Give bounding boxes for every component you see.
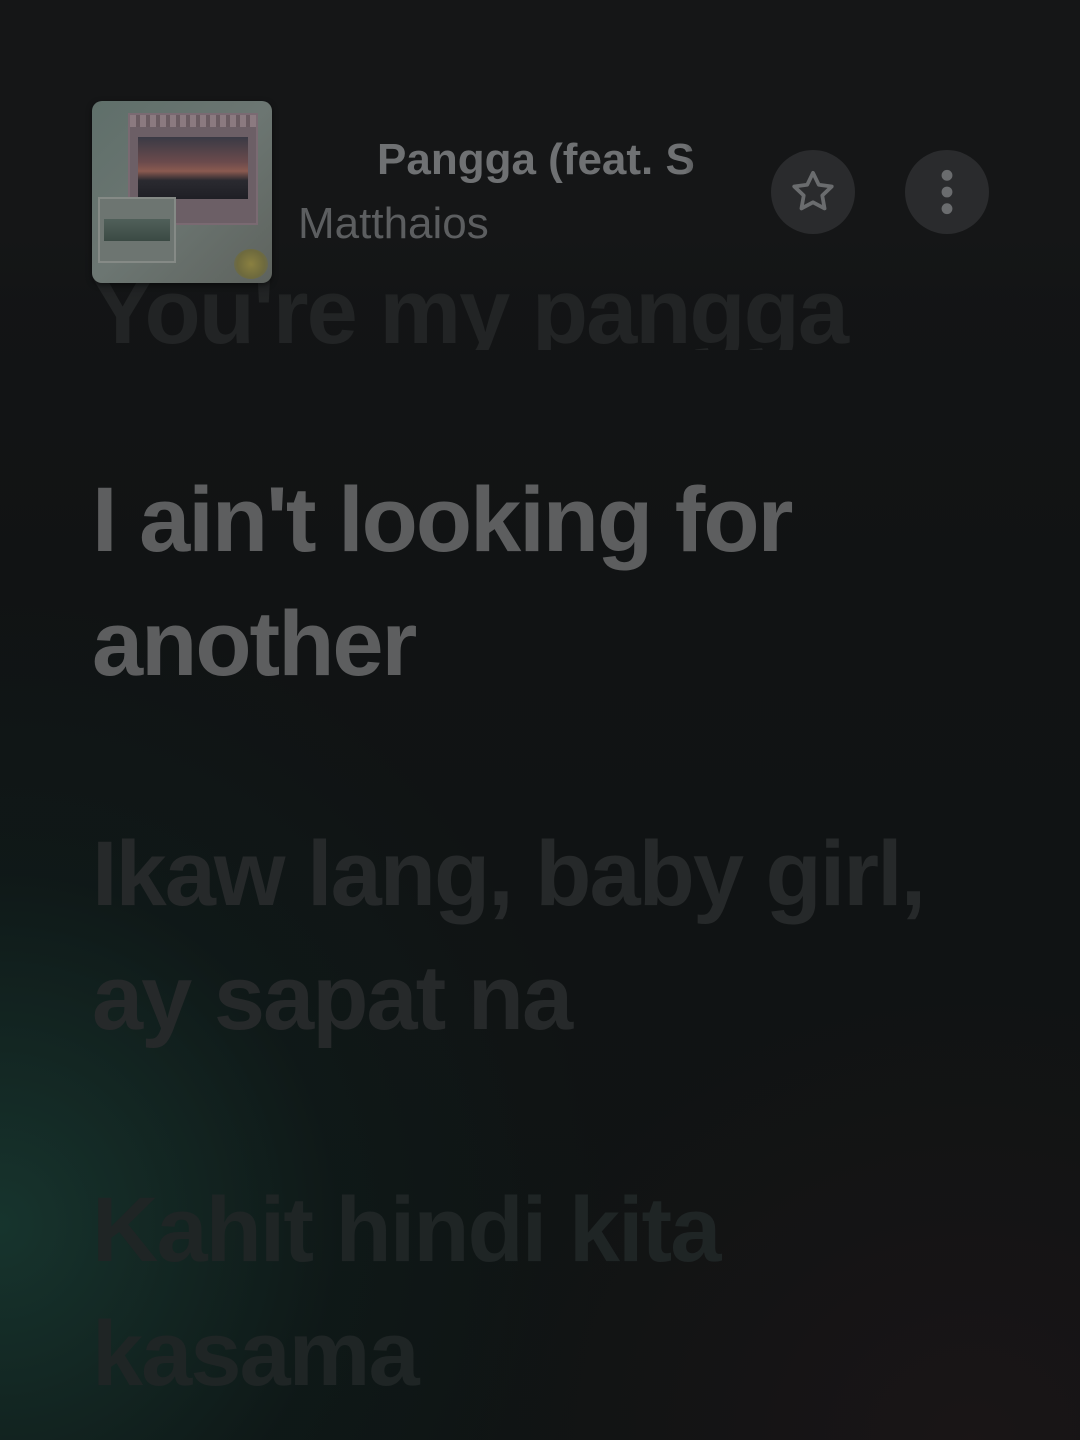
album-art-thumbnail-graphic xyxy=(98,197,176,263)
album-art-flower-graphic xyxy=(234,249,268,279)
lyric-line-next[interactable]: Kahit hindi kita kasama xyxy=(92,1168,992,1416)
lyric-line-next[interactable]: Ikaw lang, baby girl, ay sapat na xyxy=(92,812,992,1060)
track-title[interactable]: Pangga (feat. S xyxy=(377,132,727,188)
favorite-button[interactable] xyxy=(771,150,855,234)
now-playing-header: Pangga (feat. S Matthaios xyxy=(0,0,1080,300)
album-art[interactable] xyxy=(92,101,272,283)
more-vertical-icon xyxy=(927,167,967,217)
star-outline-icon xyxy=(788,167,838,217)
track-artist[interactable]: Matthaios xyxy=(298,196,489,252)
lyric-line-active[interactable]: I ain't looking for another xyxy=(92,458,992,706)
more-options-button[interactable] xyxy=(905,150,989,234)
lyrics-screen: You're my pangga I ain't looking for ano… xyxy=(0,0,1080,1440)
